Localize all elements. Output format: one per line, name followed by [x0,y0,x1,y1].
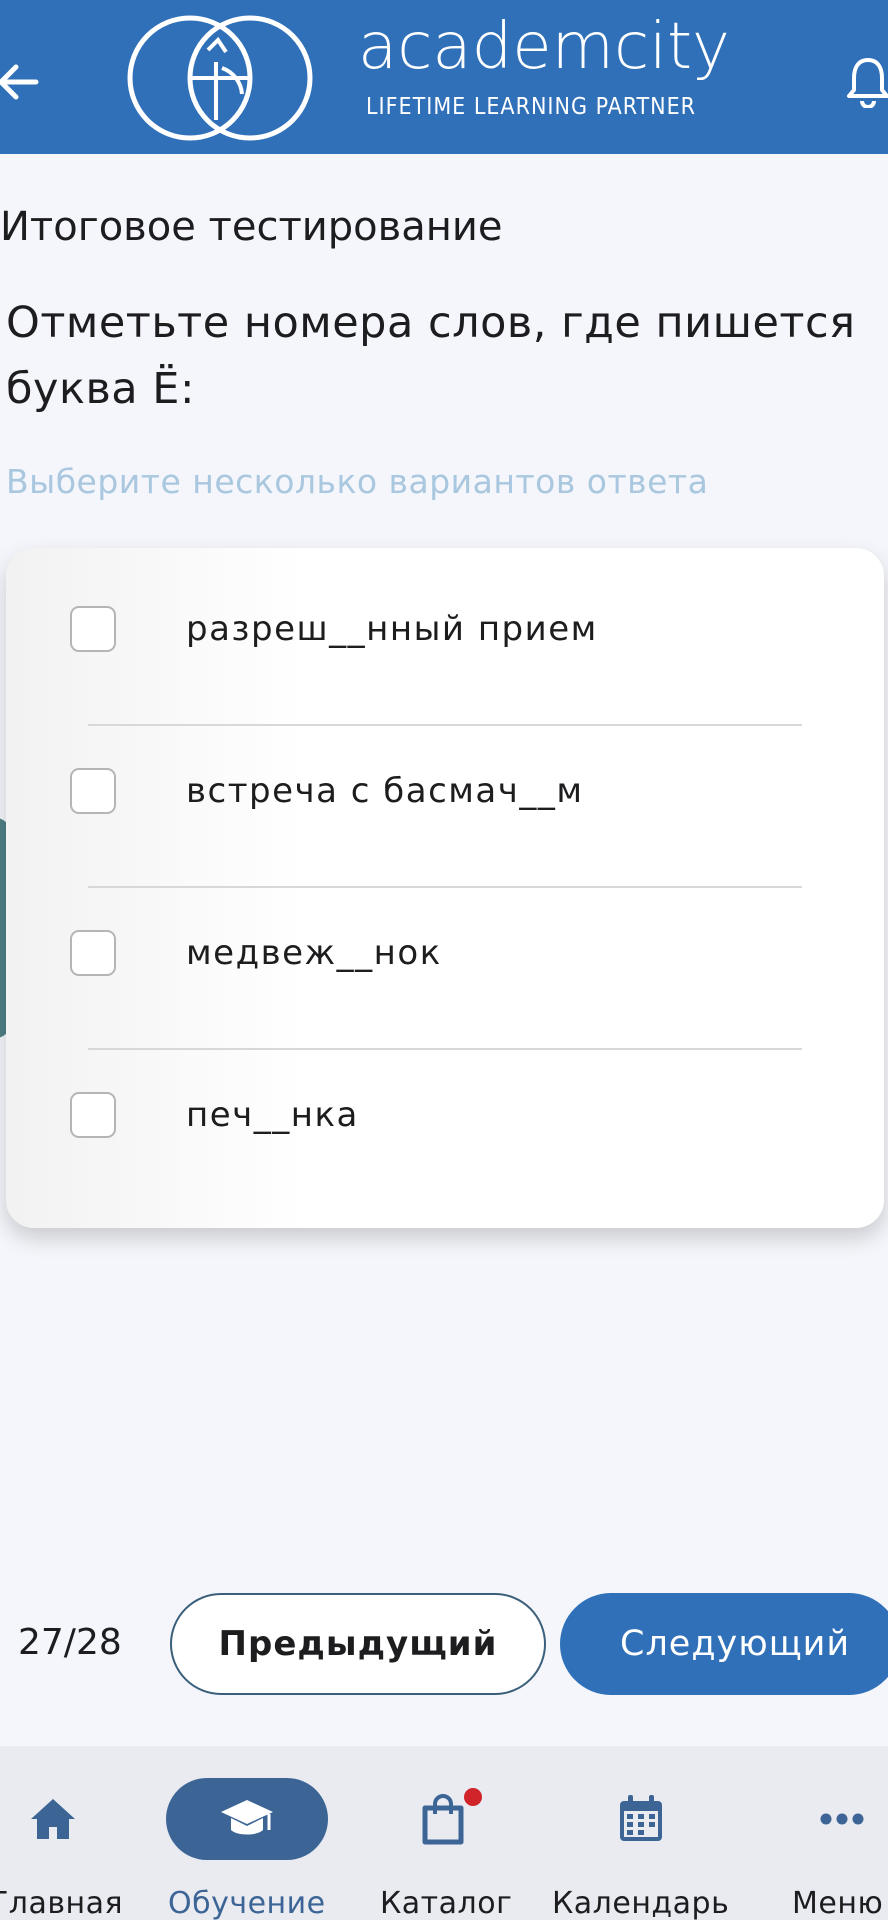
answer-hint: Выберите несколько вариантов ответа [6,462,709,501]
tab-label: Обучение [168,1886,326,1920]
option-label: печ__нка [186,1095,359,1135]
tab-learning[interactable]: Обучение [166,1746,328,1920]
brand-tagline: LIFETIME LEARNING PARTNER [366,94,697,120]
tab-home[interactable]: Главная [0,1746,124,1920]
answer-options-card: разреш__нный прием встреча с басмач__м м… [6,548,884,1228]
tab-label: Каталог [380,1886,513,1920]
bell-icon [847,58,888,108]
notification-badge [464,1788,482,1806]
tab-menu[interactable]: Меню [792,1746,888,1920]
option-checkbox[interactable] [70,930,116,976]
option-checkbox[interactable] [70,1092,116,1138]
page-title: Итоговое тестирование [0,204,503,250]
app-screen: academcity LIFETIME LEARNING PARTNER Ито… [0,0,888,1920]
graduation-cap-icon [221,1800,273,1835]
option-item[interactable]: медвеж__нок [6,872,884,1034]
tab-label: Главная [0,1886,124,1920]
option-label: медвеж__нок [186,933,442,973]
tab-icon-container [812,1778,872,1860]
app-header: academcity LIFETIME LEARNING PARTNER [0,0,888,154]
brand-name: academcity [358,10,730,84]
bottom-tab-bar: Главная Обучение Каталог Календарь Меню [0,1746,888,1920]
next-button[interactable]: Следующий [560,1593,888,1695]
previous-button[interactable]: Предыдущий [170,1593,546,1695]
tab-icon-container [606,1778,676,1860]
back-button[interactable] [0,46,44,118]
shopping-bag-icon [422,1794,464,1845]
tab-catalog[interactable]: Каталог [378,1746,513,1920]
tab-icon-container [18,1778,88,1860]
tab-calendar[interactable]: Календарь [552,1746,730,1920]
tab-icon-container [408,1778,482,1860]
tab-label: Меню [792,1886,884,1920]
option-item[interactable]: разреш__нный прием [6,548,884,710]
home-icon [31,1799,75,1839]
question-progress: 27/28 [18,1622,122,1663]
option-label: разреш__нный прием [186,609,598,649]
option-checkbox[interactable] [70,606,116,652]
logo-mark-icon [127,15,313,141]
option-label: встреча с басмач__м [186,771,584,811]
option-item[interactable]: печ__нка [6,1034,884,1196]
brand-logo: academcity LIFETIME LEARNING PARTNER [126,10,766,146]
tab-icon-container [166,1778,328,1860]
arrow-left-icon [0,64,39,100]
notifications-button[interactable] [838,50,888,114]
option-checkbox[interactable] [70,768,116,814]
question-text: Отметьте номера слов, где пишется буква … [6,298,856,414]
calendar-icon [620,1795,662,1841]
more-dots-icon [820,1813,864,1825]
option-item[interactable]: встреча с басмач__м [6,710,884,872]
tab-label: Календарь [552,1886,730,1920]
